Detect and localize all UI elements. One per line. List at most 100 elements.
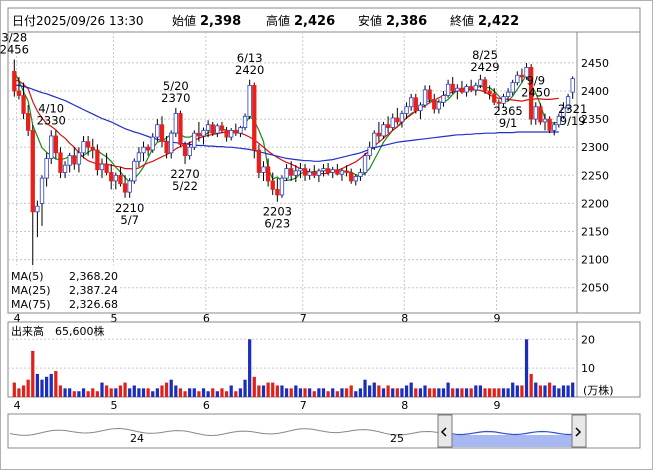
candle-body [44,158,49,179]
volume-bar [155,388,159,397]
candle-body [62,164,68,173]
volume-bar [358,388,363,397]
volume-bar [524,339,529,397]
candle-body [381,124,386,137]
volume-bar [557,388,561,397]
volume-bar [40,379,44,397]
candle-body [339,170,345,175]
volume-bar [441,388,446,397]
volume-bar [132,385,136,397]
volume-bar [478,385,483,397]
volume-bar [529,373,533,397]
x-tick-label: 6 [203,399,210,412]
navigator-label: 24 [130,432,144,445]
volume-bar [520,385,524,397]
candle [279,175,285,198]
volume-bar [561,385,566,397]
candle-body [136,152,142,162]
volume-bar [197,391,201,397]
candle [178,110,183,148]
candle-body [201,129,206,137]
volume-bar [571,382,575,397]
volume-bar [321,388,326,397]
candle [547,116,552,134]
candle-body [109,172,114,182]
volume-bar [391,388,395,397]
volume-bar [12,382,16,397]
candle-body [210,124,215,134]
x-tick-label: 7 [300,399,307,412]
navigator-handle-right[interactable] [571,414,587,448]
candle-body [464,86,469,93]
candle-body [501,96,506,104]
volume-bar [464,388,469,397]
legend-ma5-label: MA(5) [11,270,44,283]
candle-body [35,205,40,213]
candle-body [113,174,118,182]
annotation-date: 9/1 [499,116,518,130]
volume-bar [460,388,464,397]
candle-body [441,95,446,103]
price-panel: 2050210021502200225023002350240024503/28… [0,31,641,314]
candle-body [132,160,137,182]
candle-body [247,84,252,117]
volume-bar [326,391,330,397]
candle-body [492,93,497,103]
volume-bar [469,388,473,397]
close-value: 2,422 [478,14,519,29]
candle-body [459,87,465,93]
candle-body [450,83,455,92]
volume-label: 出来高 65,600株 [11,324,105,338]
volume-bar [432,388,436,397]
volume-bar [474,385,478,397]
candle-body [487,90,492,95]
volume-bar [77,391,81,397]
volume-bar [151,391,155,397]
volume-bar [63,388,67,397]
candle-body [307,171,312,176]
volume-bar [414,388,418,397]
candle-body [372,132,377,148]
candle-body [187,146,192,157]
volume-unit: (万株) [583,383,614,397]
candle-body [427,89,432,100]
volume-bar [201,388,206,397]
candle-body [173,113,178,134]
volume-tick-label: 10 [581,362,595,375]
volume-bar [81,388,86,397]
volume-bar [229,385,233,397]
volume-bar [95,391,99,397]
candle [242,113,248,131]
annotation-date: 9/19 [560,114,586,128]
navigator-handle-left-box[interactable] [437,414,453,448]
annotation-date: 6/23 [264,217,290,231]
volume-bar [340,388,344,397]
navigator-handle-left[interactable] [437,414,453,448]
annotation-date: 5/22 [172,179,198,193]
navigator[interactable]: 24 25 [7,413,641,449]
volume-bar [506,388,510,397]
candle-body [284,168,289,179]
navigator-selected-range[interactable] [447,435,577,447]
candle-body [335,169,340,175]
candle-body [21,95,26,114]
volume-bar [428,388,432,397]
volume-bar [174,385,178,397]
candle-body [455,87,460,92]
candle-body [321,168,326,172]
candle-body [265,166,271,182]
date-value: 2025/09/26 13:30 [36,14,144,28]
annotation-value: 2450 [521,85,550,99]
candle-body [145,146,151,151]
volume-bar [423,385,427,397]
candle-body [205,124,211,131]
legend-ma25-label: MA(25) [11,284,51,297]
volume-bar [294,385,298,397]
chart-canvas: 日付 2025/09/26 13:30 始値 2,398 高値 2,426 安値 2,386 終… [0,0,653,470]
annotation-value: 2370 [161,91,190,105]
candle-body [72,155,77,165]
volume-bar [372,382,376,397]
volume-bar [483,388,487,397]
volume-bar [137,388,141,397]
volume-bar [238,388,243,397]
